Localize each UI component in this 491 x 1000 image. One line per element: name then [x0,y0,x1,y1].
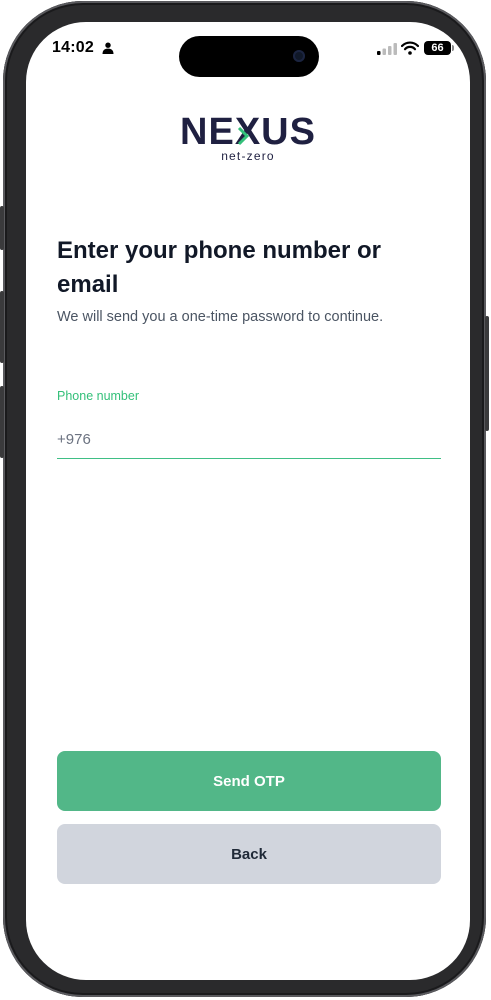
battery-cap [452,45,454,51]
person-icon [102,42,114,54]
camera-icon [293,50,305,62]
phone-frame: 14:02 66 NEXUS net-zero Enter your phone… [0,1,489,997]
phone-number-label: Phone number [57,389,140,403]
phone-number-input[interactable] [57,420,441,459]
status-time: 14:02 [52,39,94,56]
volume-down-button [0,386,4,458]
send-otp-button[interactable]: Send OTP [57,751,441,811]
page-heading: Enter your phone number or email [57,237,382,298]
page-subtitle: We will send you a one-time password to … [57,309,384,325]
dynamic-island [179,36,319,77]
volume-up-button [0,291,4,363]
power-button [485,316,489,431]
battery-icon: 66 [424,41,451,55]
app-screen: 14:02 66 NEXUS net-zero Enter your phone… [26,22,470,980]
logo-tagline: net-zero [221,149,275,163]
wifi-icon [401,41,419,55]
back-button[interactable]: Back [57,824,441,884]
battery-level: 66 [431,42,444,54]
logo-wordmark: NEXUS [180,114,316,153]
nexus-logo: NEXUS net-zero [180,114,316,163]
signal-icon [377,43,397,55]
status-bar: 14:02 66 [26,22,470,78]
action-button [0,206,4,250]
